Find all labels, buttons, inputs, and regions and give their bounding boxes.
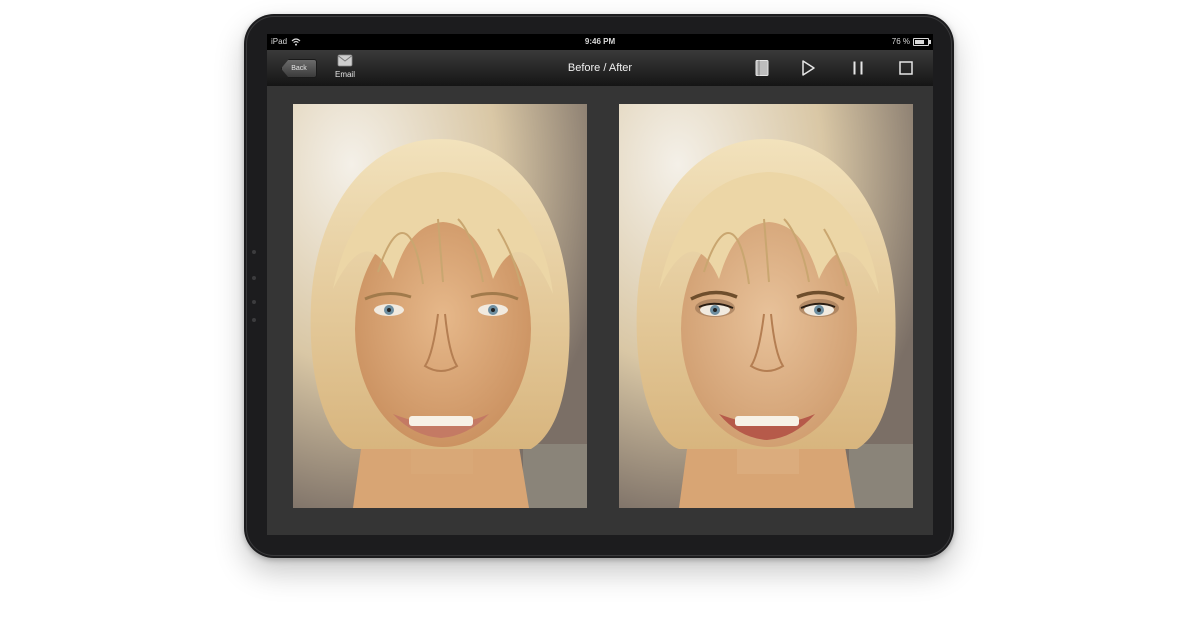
battery-icon	[913, 38, 931, 46]
ipad-screen: iPad 9:46 PM 76 % Back Email Before / Af…	[267, 34, 933, 535]
side-button	[252, 276, 256, 280]
play-icon[interactable]	[799, 59, 817, 77]
side-button	[252, 250, 256, 254]
pause-icon[interactable]	[849, 59, 867, 77]
side-button	[252, 318, 256, 322]
stop-icon[interactable]	[897, 59, 915, 77]
side-button	[252, 300, 256, 304]
page-title: Before / After	[567, 62, 633, 74]
toolbar: Back Email Before / After	[267, 50, 933, 87]
book-icon[interactable]	[753, 59, 771, 77]
status-bar: iPad 9:46 PM 76 %	[267, 34, 933, 50]
after-photo	[619, 104, 913, 508]
battery-percent: 76 %	[891, 37, 910, 46]
status-time: 9:46 PM	[584, 37, 616, 46]
comparison-area	[267, 86, 933, 535]
before-photo	[293, 104, 587, 508]
status-right: 76 %	[891, 34, 931, 50]
